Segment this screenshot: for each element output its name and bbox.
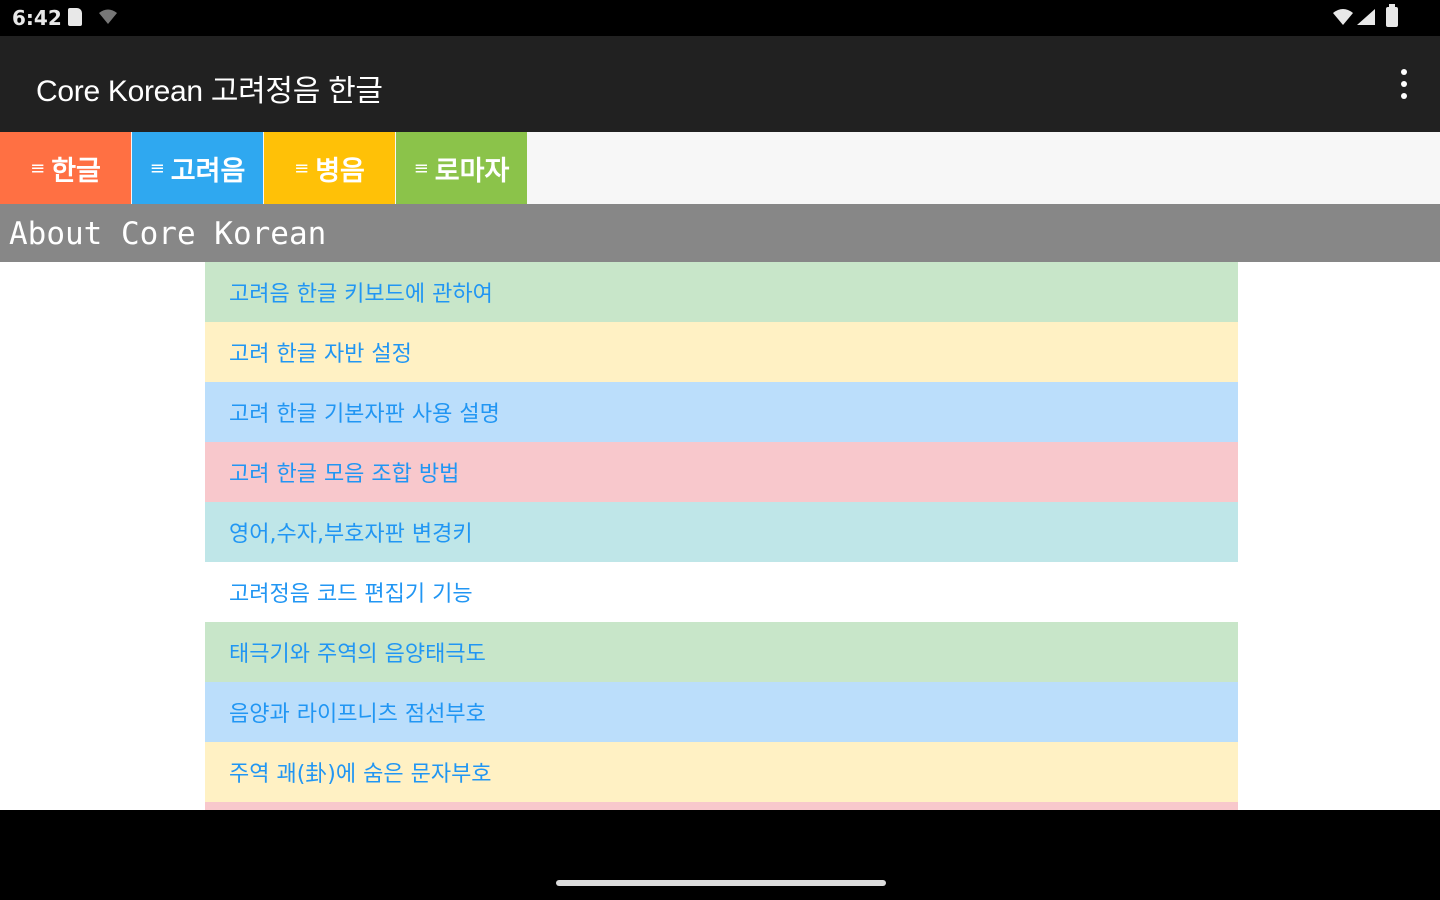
wifi-icon (1333, 9, 1353, 25)
list-item[interactable]: 태극기와 주역의 음양태극도 (205, 622, 1238, 682)
list-item[interactable]: 영어,수자,부호자판 변경키 (205, 502, 1238, 562)
section-header: About Core Korean (0, 204, 1440, 262)
status-bar: 6:42 (0, 0, 1440, 36)
list-item[interactable]: 고려 한글 모음 조합 방법 (205, 442, 1238, 502)
menu-icon: ≡ (294, 157, 310, 179)
about-list: 고려음 한글 키보드에 관하여 고려 한글 자반 설정 고려 한글 기본자판 사… (205, 262, 1238, 810)
tab-label: 로마자 (434, 155, 510, 187)
menu-icon: ≡ (149, 157, 165, 179)
menu-icon: ≡ (30, 157, 46, 179)
signal-icon (1357, 9, 1375, 25)
tab-romaja[interactable]: ≡ 로마자 (396, 132, 527, 204)
tab-label: 한글 (51, 155, 101, 187)
app-bar: Core Korean 고려정음 한글 (0, 36, 1440, 132)
battery-icon (1386, 4, 1398, 27)
list-item[interactable]: 고려음 한글 키보드에 관하여 (205, 262, 1238, 322)
sd-card-icon (68, 8, 82, 26)
list-item[interactable] (205, 802, 1238, 810)
list-item[interactable]: 음양과 라이프니츠 점선부호 (205, 682, 1238, 742)
overflow-menu-icon[interactable] (1392, 66, 1416, 102)
tab-goryeoeum[interactable]: ≡ 고려음 (132, 132, 263, 204)
tab-label: 병음 (315, 155, 365, 187)
status-time: 6:42 (12, 6, 62, 30)
section-title: About Core Korean (9, 216, 327, 252)
tab-hangul[interactable]: ≡ 한글 (0, 132, 131, 204)
list-item[interactable]: 고려 한글 자반 설정 (205, 322, 1238, 382)
list-item[interactable]: 고려정음 코드 편집기 기능 (205, 562, 1238, 622)
wifi-off-icon (99, 9, 117, 24)
tab-label: 고려음 (170, 155, 246, 187)
keyboard-tab-strip: ≡ 한글 ≡ 고려음 ≡ 병음 ≡ 로마자 (0, 132, 1440, 204)
app-title: Core Korean 고려정음 한글 (36, 75, 383, 108)
list-item[interactable]: 고려 한글 기본자판 사용 설명 (205, 382, 1238, 442)
menu-icon: ≡ (413, 157, 429, 179)
list-item[interactable]: 주역 괘(卦)에 숨은 문자부호 (205, 742, 1238, 802)
tab-pinyin[interactable]: ≡ 병음 (264, 132, 395, 204)
home-gesture-handle[interactable] (556, 880, 886, 886)
navigation-bar (0, 810, 1440, 900)
